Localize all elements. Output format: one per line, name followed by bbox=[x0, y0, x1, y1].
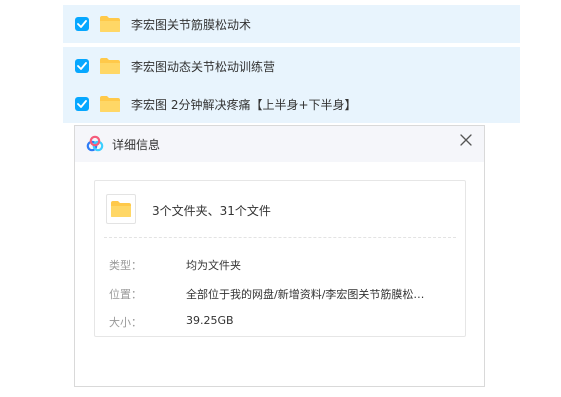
size-value: 39.25GB bbox=[186, 314, 234, 327]
details-card: 3个文件夹、31个文件 类型： 均为文件夹 位置： 全部位于我的网盘/新增资料/… bbox=[94, 180, 466, 337]
checkbox-checked-icon[interactable] bbox=[75, 17, 89, 31]
file-row[interactable]: 李宏图关节筋膜松动术 bbox=[63, 5, 520, 43]
file-name[interactable]: 李宏图关节筋膜松动术 bbox=[131, 16, 251, 33]
screen: 李宏图关节筋膜松动术 李宏图动态关节松动训练营 李宏图 2分钟解决疼痛【上半身+… bbox=[0, 0, 561, 397]
checkbox-checked-icon[interactable] bbox=[75, 59, 89, 73]
folder-icon bbox=[99, 15, 121, 33]
size-label: 大小： bbox=[109, 316, 142, 329]
file-row[interactable]: 李宏图动态关节松动训练营 bbox=[63, 47, 520, 85]
file-name[interactable]: 李宏图 2分钟解决疼痛【上半身+下半身】 bbox=[131, 96, 357, 113]
folder-icon bbox=[106, 194, 136, 224]
selection-summary: 3个文件夹、31个文件 bbox=[152, 204, 271, 218]
location-value: 全部位于我的网盘/新增资料/李宏图关节筋膜松… bbox=[186, 288, 425, 301]
file-row[interactable]: 李宏图 2分钟解决疼痛【上半身+下半身】 bbox=[63, 85, 520, 123]
folder-icon bbox=[99, 95, 121, 113]
baidu-netdisk-logo-icon bbox=[85, 134, 105, 154]
type-value: 均为文件夹 bbox=[186, 259, 241, 272]
type-label: 类型： bbox=[109, 259, 142, 272]
details-dialog: 详细信息 3个文件夹、31个文件 类型： 均为文件夹 位置： 全部位于我的网盘/… bbox=[74, 125, 485, 387]
file-name[interactable]: 李宏图动态关节松动训练营 bbox=[131, 58, 275, 75]
divider bbox=[104, 237, 456, 238]
location-label: 位置： bbox=[109, 288, 142, 301]
close-icon[interactable] bbox=[458, 132, 474, 148]
dialog-title: 详细信息 bbox=[112, 138, 161, 152]
dialog-header: 详细信息 bbox=[75, 126, 484, 162]
folder-icon bbox=[99, 57, 121, 75]
checkbox-checked-icon[interactable] bbox=[75, 97, 89, 111]
